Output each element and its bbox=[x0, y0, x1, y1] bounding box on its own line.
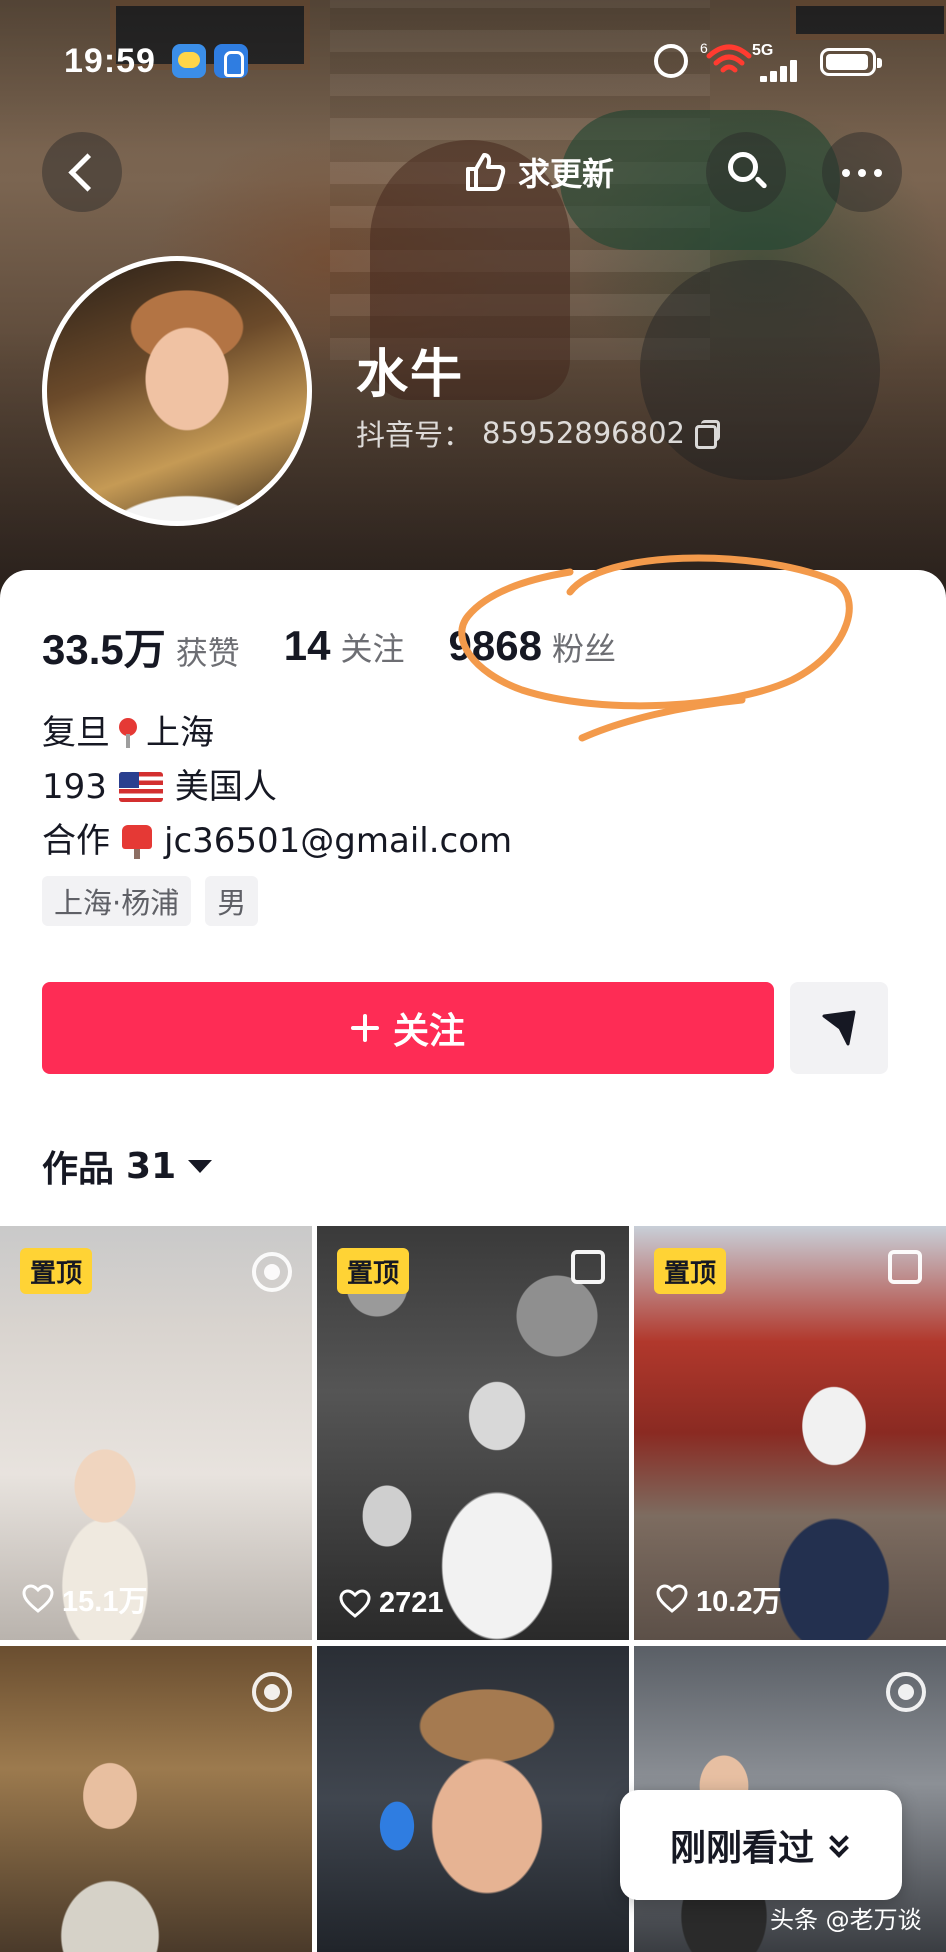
send-message-button[interactable] bbox=[790, 982, 888, 1074]
location-pin-icon bbox=[118, 718, 138, 748]
recently-viewed-button[interactable]: 刚刚看过 bbox=[620, 1790, 902, 1900]
send-icon bbox=[822, 1010, 856, 1046]
display-name: 水牛 bbox=[356, 345, 465, 405]
bio-school: 复旦 bbox=[42, 713, 110, 753]
pinned-badge: 置顶 bbox=[20, 1248, 93, 1294]
avatar[interactable] bbox=[42, 256, 312, 526]
stat-value: 33.5万 bbox=[42, 625, 166, 673]
alarm-icon bbox=[654, 44, 688, 78]
pinned-badge: 置顶 bbox=[654, 1248, 727, 1294]
bio-city: 上海 bbox=[146, 713, 214, 753]
search-icon bbox=[728, 152, 758, 182]
works-count: 31 bbox=[126, 1145, 177, 1187]
hand-drawn-circle-annotation bbox=[458, 554, 853, 742]
account-id-label: 抖音号： bbox=[356, 418, 473, 452]
battery-icon bbox=[820, 48, 882, 76]
network-badge: 6 bbox=[700, 40, 708, 56]
signal-icon bbox=[760, 60, 806, 82]
video-likes: 2721 bbox=[339, 1587, 444, 1620]
live-photo-icon bbox=[886, 1672, 926, 1712]
caret-down-icon bbox=[188, 1159, 213, 1173]
bio-contact-label: 合作 bbox=[42, 821, 110, 861]
mailbox-icon bbox=[120, 823, 154, 859]
video-thumbnail bbox=[317, 1646, 629, 1952]
pinned-badge: 置顶 bbox=[337, 1248, 410, 1294]
likes-count: 10.2万 bbox=[696, 1586, 782, 1618]
plus-icon bbox=[350, 1014, 379, 1042]
video-likes: 10.2万 bbox=[656, 1578, 781, 1620]
heart-icon bbox=[656, 1584, 688, 1613]
status-time: 19:59 bbox=[64, 42, 156, 80]
stat-label: 获赞 bbox=[175, 633, 240, 672]
account-id[interactable]: 抖音号： 85952896802 bbox=[356, 412, 720, 454]
thumb-icon bbox=[466, 153, 506, 191]
double-chevron-down-icon bbox=[828, 1828, 852, 1859]
request-update-button[interactable]: 求更新 bbox=[462, 136, 614, 208]
video-likes: 15.1万 bbox=[22, 1578, 147, 1620]
status-bar: 19:59 6 5G bbox=[0, 30, 946, 94]
multi-image-icon bbox=[571, 1250, 605, 1284]
bio-line: 193 美国人 bbox=[42, 760, 512, 814]
more-button[interactable] bbox=[822, 132, 902, 212]
video-tile[interactable] bbox=[0, 1646, 312, 1952]
profile-tags: 上海·杨浦 男 bbox=[42, 876, 259, 926]
wallet-icon bbox=[214, 44, 248, 78]
bio-height: 193 bbox=[42, 767, 107, 807]
bio-line: 复旦 上海 bbox=[42, 706, 512, 760]
copy-icon[interactable] bbox=[694, 420, 720, 449]
bio-email: jc36501@gmail.com bbox=[164, 821, 513, 861]
follow-label: 关注 bbox=[392, 1011, 465, 1052]
heart-icon bbox=[339, 1588, 371, 1618]
video-tile[interactable] bbox=[317, 1646, 629, 1952]
weather-icon bbox=[172, 44, 206, 78]
stat-value: 14 bbox=[283, 622, 331, 669]
more-icon bbox=[842, 169, 850, 177]
back-button[interactable] bbox=[42, 132, 122, 212]
request-update-label: 求更新 bbox=[518, 155, 615, 193]
follow-button[interactable]: 关注 bbox=[42, 982, 774, 1074]
video-tile[interactable]: 置顶 10.2万 bbox=[634, 1226, 946, 1640]
heart-icon bbox=[22, 1584, 54, 1613]
live-photo-icon bbox=[252, 1252, 292, 1292]
bio: 复旦 上海 193 美国人 合作 jc36501@gmail.com bbox=[42, 706, 512, 868]
us-flag-icon bbox=[118, 772, 163, 802]
stat-following[interactable]: 14 关注 bbox=[284, 622, 405, 670]
bio-line: 合作 jc36501@gmail.com bbox=[42, 814, 512, 868]
stat-label: 关注 bbox=[340, 630, 405, 668]
search-button[interactable] bbox=[706, 132, 786, 212]
multi-image-icon bbox=[888, 1250, 922, 1284]
network-type: 5G bbox=[752, 42, 774, 59]
works-label: 作品 bbox=[42, 1149, 115, 1190]
wifi-icon bbox=[706, 44, 752, 73]
recently-viewed-label: 刚刚看过 bbox=[669, 1828, 814, 1869]
likes-count: 2721 bbox=[379, 1587, 444, 1619]
watermark: 头条 @老万谈 bbox=[770, 1906, 922, 1934]
video-tile[interactable]: 置顶 15.1万 bbox=[0, 1226, 312, 1640]
live-photo-icon bbox=[252, 1672, 292, 1712]
likes-count: 15.1万 bbox=[62, 1586, 148, 1618]
bio-nationality: 美国人 bbox=[174, 767, 277, 807]
tag-location[interactable]: 上海·杨浦 bbox=[42, 876, 192, 926]
works-tab[interactable]: 作品 31 bbox=[42, 1140, 213, 1192]
video-tile[interactable]: 置顶 2721 bbox=[317, 1226, 629, 1640]
account-id-value: 85952896802 bbox=[482, 416, 685, 450]
stat-likes[interactable]: 33.5万 获赞 bbox=[42, 616, 240, 677]
tag-gender: 男 bbox=[205, 876, 259, 926]
